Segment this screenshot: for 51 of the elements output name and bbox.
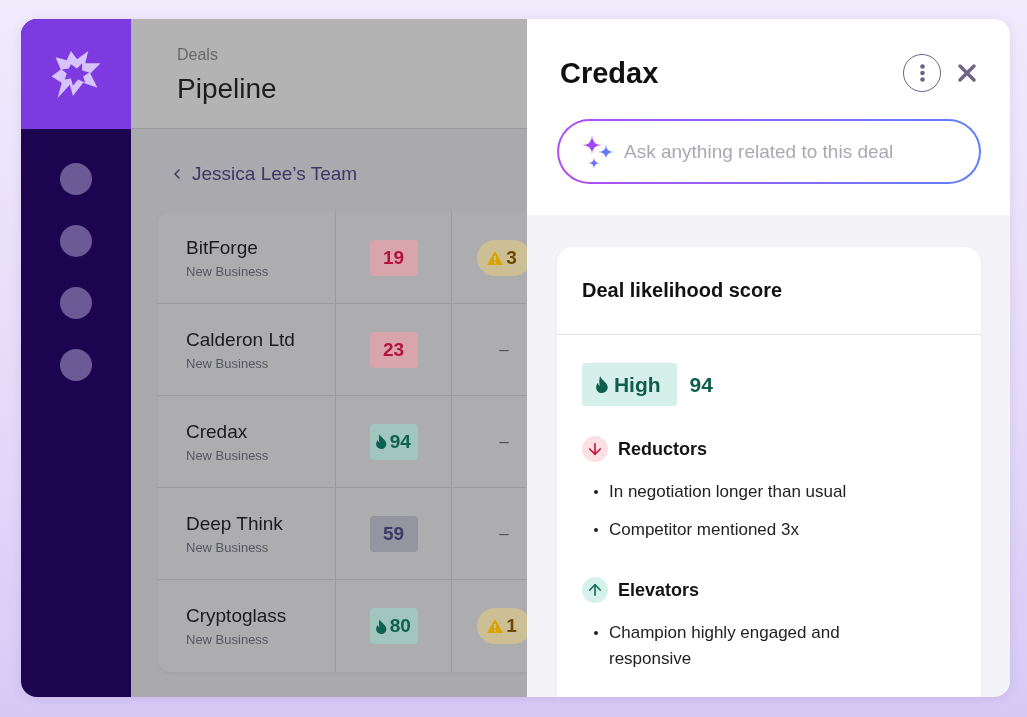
factor-item: Champion highly engaged and responsive [609, 622, 841, 670]
flame-icon [376, 618, 387, 634]
deal-name: Calderon Ltd [186, 327, 295, 352]
factor-title: Reductors [618, 438, 707, 460]
arrow-up-icon [582, 577, 608, 603]
deal-type: New Business [186, 355, 269, 372]
score-value: 94 [389, 430, 411, 453]
page-title: Pipeline [177, 72, 277, 106]
score-value: 80 [389, 615, 411, 637]
score-value: 94 [689, 372, 713, 397]
ask-field[interactable]: Ask anything related to this deal [557, 119, 981, 184]
deal-name: Cryptoglass [186, 604, 287, 628]
back-link[interactable]: Jessica Lee’s Team [169, 162, 358, 186]
panel-title: Credax [560, 56, 660, 90]
warning-count: 3 [506, 246, 517, 269]
factor-item: Competitor mentioned 3x [609, 519, 799, 541]
rating-label: High [613, 372, 661, 397]
warning-count: 1 [506, 615, 517, 637]
empty-value: – [499, 431, 509, 452]
empty-value: – [499, 523, 509, 544]
warning-icon [487, 250, 504, 265]
flame-icon [376, 434, 387, 449]
score-value: 59 [382, 522, 405, 545]
deal-name: BitForge [186, 235, 258, 260]
score-value: 19 [382, 246, 405, 269]
factor-title: Elevators [618, 579, 700, 601]
bullet-icon [594, 528, 598, 532]
bullet-icon [594, 490, 598, 494]
warning-icon [487, 619, 504, 633]
deal-type: New Business [186, 539, 269, 556]
nav-icon[interactable] [60, 349, 92, 381]
bullet-icon [594, 631, 598, 635]
deal-name: Credax [186, 419, 248, 444]
empty-value: – [499, 339, 509, 360]
nav-icon[interactable] [60, 163, 92, 195]
deal-type: New Business [186, 632, 269, 648]
ask-input[interactable]: Ask anything related to this deal [624, 136, 961, 167]
deal-type: New Business [186, 447, 269, 464]
more-button[interactable] [903, 54, 941, 92]
nav-icon[interactable] [60, 225, 92, 257]
flame-icon [596, 376, 608, 393]
card-title: Deal likelihood score [582, 279, 783, 302]
section-label: Deals [177, 45, 218, 65]
factor-item: In negotiation longer than usual [609, 481, 847, 503]
arrow-down-icon [582, 436, 608, 462]
nav-icon[interactable] [60, 287, 92, 319]
deal-name: Deep Think [186, 511, 283, 536]
deal-type: New Business [186, 263, 269, 280]
more-icon [919, 64, 925, 82]
score-value: 23 [382, 338, 405, 361]
logo-icon [51, 50, 101, 98]
